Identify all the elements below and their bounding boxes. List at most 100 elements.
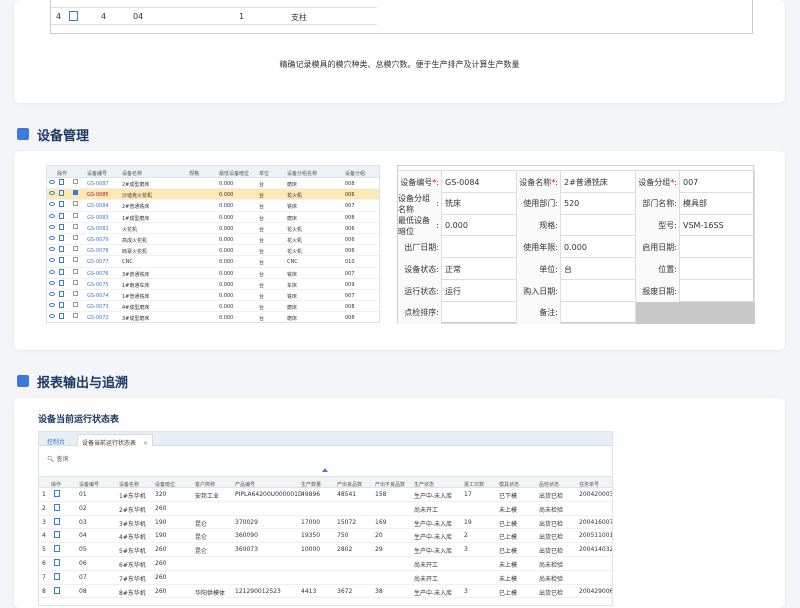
eye-icon[interactable]	[49, 314, 55, 319]
tab-console[interactable]: 控制台	[43, 434, 69, 446]
table-row[interactable]: GS-0074 1#普通铣床 0.000 台 铣床 007	[47, 290, 379, 302]
table-row[interactable]: 3 03 3#东华机 190 昆仑 370029 17000 15072 169 生产中-未入库 1…	[39, 516, 612, 530]
table-row[interactable]: 2 02 2#东华机 260 尚未开工 未上模 尚未检验	[39, 502, 612, 516]
grid-header-cell[interactable]: 单位	[259, 170, 269, 177]
form-field[interactable]	[561, 301, 636, 324]
table-row[interactable]: GS-0082 火花机 0.000 台 花火机 006	[47, 223, 379, 234]
table-row[interactable]: 6 06 6#东华机 260 尚未开工 未上模 尚未检验	[39, 557, 612, 571]
document-icon[interactable]	[59, 190, 64, 197]
eye-icon[interactable]	[49, 202, 55, 207]
cell-code[interactable]: GS-0075	[87, 282, 109, 288]
table-row[interactable]: 8 08 8#东华机 260 华阳供模体 121290012523 4413 3672 38 生产…	[39, 585, 612, 599]
cell-code[interactable]: GS-0079	[87, 237, 109, 243]
eye-icon[interactable]	[49, 236, 55, 240]
eye-icon[interactable]	[49, 269, 55, 274]
document-icon[interactable]	[54, 517, 60, 525]
cell-code[interactable]: GS-0073	[87, 304, 109, 310]
cell-code[interactable]: GS-0078	[87, 248, 109, 254]
document-icon[interactable]	[54, 559, 60, 566]
document-icon[interactable]	[54, 586, 60, 594]
form-field[interactable]: 台	[561, 258, 636, 281]
row-checkbox[interactable]	[73, 257, 78, 263]
eye-icon[interactable]	[49, 292, 55, 296]
form-field[interactable]: 0.000	[442, 214, 517, 237]
grid-header-cell[interactable]: 设备名称	[122, 170, 142, 177]
cell-code[interactable]: GS-0076	[87, 271, 109, 277]
cell-code[interactable]: GS-0082	[87, 226, 109, 232]
row-checkbox[interactable]	[73, 302, 78, 308]
form-field[interactable]: 007	[680, 171, 755, 193]
document-icon[interactable]	[59, 223, 64, 230]
eye-icon[interactable]	[49, 303, 55, 308]
grid-header-cell[interactable]: 模具状态	[499, 481, 519, 488]
grid-header-cell[interactable]: 品检状态	[539, 481, 559, 488]
eye-icon[interactable]	[49, 224, 55, 229]
row-checkbox[interactable]	[73, 212, 78, 218]
cell-code[interactable]: GS-0084	[87, 203, 109, 209]
table-row[interactable]: GS-0077 CNC 0.000 台 CNC 010	[47, 256, 379, 268]
cell-code[interactable]: GS-0072	[87, 315, 109, 321]
form-field[interactable]: GS-0084	[442, 171, 517, 193]
table-row[interactable]: 4 4 04 1 支柱	[51, 8, 377, 25]
row-checkbox[interactable]	[73, 313, 78, 319]
grid-header-cell[interactable]: 客户简称	[195, 481, 215, 488]
eye-icon[interactable]	[49, 180, 55, 184]
form-field[interactable]: 2#普通铣床	[561, 171, 636, 193]
table-row[interactable]: GS-0076 3#普通铣床 0.000 台 铣床 007	[47, 268, 379, 279]
grid-header-cell[interactable]: 设备编号	[79, 481, 99, 488]
eye-icon[interactable]	[49, 258, 55, 263]
table-row[interactable]: GS-0083 1#成型磨床 0.000 台 磨床 008	[47, 212, 379, 223]
grid-header-cell[interactable]: 设备分组名称	[287, 170, 317, 177]
grid-header-cell[interactable]: 任务单号	[579, 481, 599, 488]
table-row[interactable]: GS-0075 1#南通车床 0.000 台 车床 009	[47, 279, 379, 290]
form-field[interactable]: 正常	[442, 258, 517, 281]
form-field[interactable]	[680, 236, 755, 259]
form-field[interactable]: VSM-16SS	[680, 214, 755, 237]
grid-header-cell[interactable]: 设备分组	[345, 170, 365, 177]
eye-icon[interactable]	[49, 280, 55, 285]
eye-icon[interactable]	[49, 213, 55, 218]
grid-header-cell[interactable]: 产出良品数	[337, 481, 362, 488]
document-icon[interactable]	[59, 291, 64, 297]
grid-header-cell[interactable]: 生产状态	[414, 481, 434, 488]
table-row[interactable]: GS-0073 4#成型磨床 0.000 台 磨床 008	[47, 301, 379, 313]
document-icon[interactable]	[59, 313, 64, 320]
grid-header-cell[interactable]: 规格	[189, 170, 199, 177]
collapse-caret-icon[interactable]	[322, 468, 328, 472]
document-icon[interactable]	[59, 302, 64, 309]
form-field[interactable]	[680, 258, 755, 281]
table-row[interactable]: GS-0072 3#成型磨床 0.000 台 磨床 008	[47, 312, 379, 322]
eye-icon[interactable]	[49, 247, 55, 252]
form-field[interactable]: 520	[561, 192, 636, 215]
table-row[interactable]: GS-0087 2#成型磨床 0.000 台 磨床 008	[47, 178, 379, 190]
document-icon[interactable]	[54, 531, 60, 539]
table-row[interactable]: GS-0078 郎豪火花机 0.000 台 花火机 006	[47, 245, 379, 257]
form-field[interactable]: 0.000	[561, 236, 636, 259]
cell-code[interactable]: GS-0083	[87, 215, 109, 221]
grid-header-cell[interactable]: 设备名称	[119, 481, 139, 488]
grid-header-cell[interactable]: 最低设备暗位	[219, 170, 249, 177]
form-field[interactable]	[442, 236, 517, 259]
table-row[interactable]: 1 01 1#东华机 320 安邦工业 PIPLA64200U000001D 49896 48…	[39, 488, 612, 502]
close-icon[interactable]: ×	[143, 440, 148, 447]
grid-header-cell[interactable]: 报工次数	[464, 481, 484, 488]
row-checkbox[interactable]	[73, 291, 78, 296]
form-field[interactable]: 模具部	[680, 192, 755, 215]
document-icon[interactable]	[59, 257, 64, 264]
cell-code[interactable]: GS-0074	[87, 293, 109, 299]
row-checkbox[interactable]	[73, 279, 78, 285]
row-checkbox[interactable]	[73, 268, 78, 274]
document-icon[interactable]	[69, 11, 78, 21]
form-field[interactable]: 铣床	[442, 192, 517, 215]
grid-header-cell[interactable]: 操作	[51, 481, 61, 488]
table-row[interactable]: 4 04 4#东华机 190 昆仑 360090 19350 750 20 生产中-未入库 2 已上模…	[39, 529, 612, 544]
document-icon[interactable]	[59, 279, 64, 286]
form-field[interactable]	[561, 214, 636, 237]
table-row[interactable]: 7 07 7#东华机 260 尚未开工 未上模 尚未检验	[39, 571, 612, 585]
document-icon[interactable]	[54, 572, 60, 580]
document-icon[interactable]	[59, 179, 64, 185]
row-checkbox[interactable]	[73, 235, 78, 240]
document-icon[interactable]	[54, 490, 60, 497]
grid-header-cell[interactable]: 生产数量	[301, 481, 321, 488]
document-icon[interactable]	[59, 246, 64, 253]
